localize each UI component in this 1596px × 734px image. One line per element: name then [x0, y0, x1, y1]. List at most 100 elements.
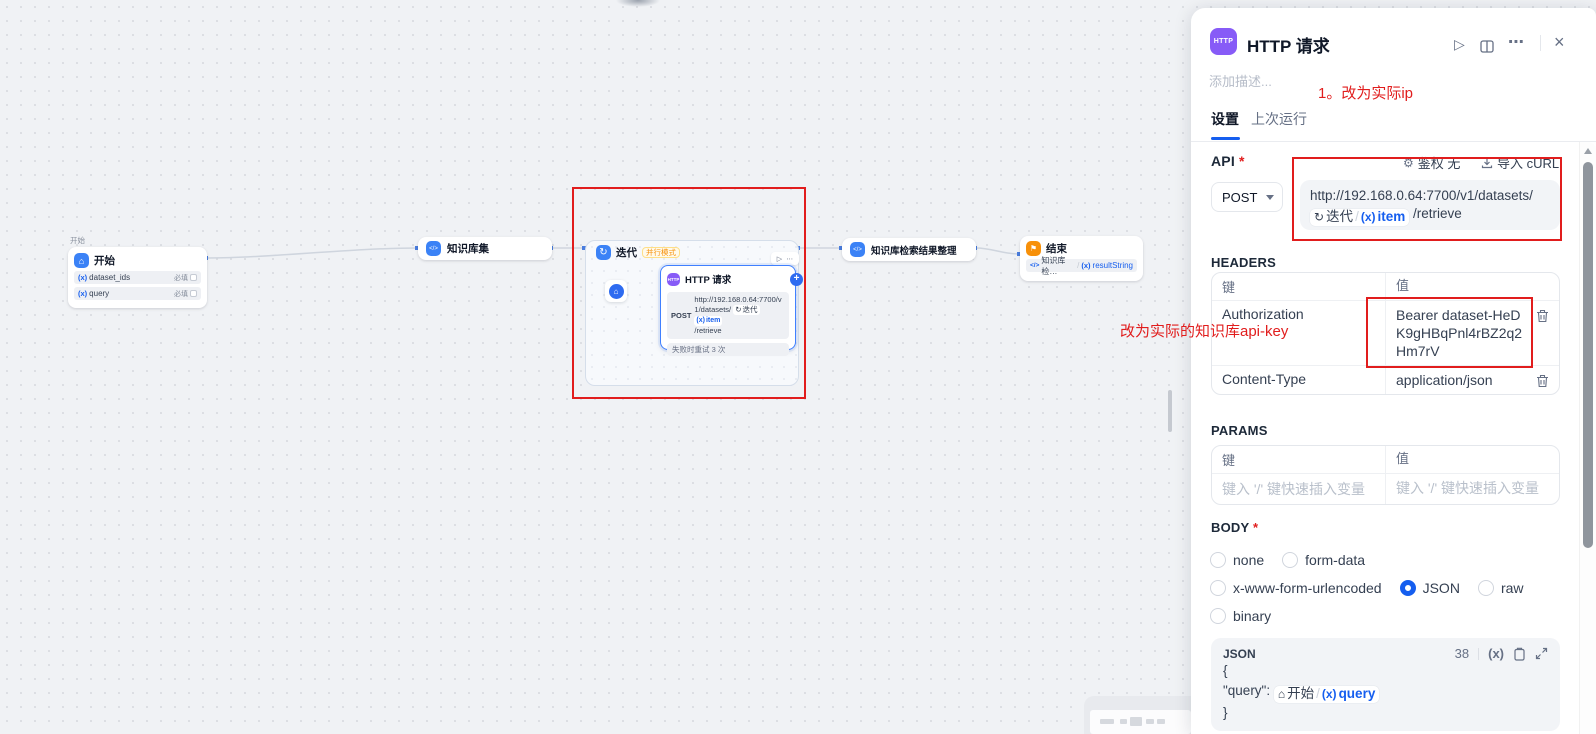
panel-divider [1191, 141, 1596, 142]
ref-var: resultString [1093, 261, 1133, 270]
body-type-form-data[interactable]: form-data [1282, 552, 1365, 568]
variable-icon: (x) [78, 273, 87, 282]
char-count: 38 [1455, 646, 1469, 661]
annotation-rect-url [1292, 157, 1562, 241]
code-icon: </> [426, 241, 441, 256]
radio-icon[interactable] [1210, 580, 1226, 596]
headers-section-label: HEADERS [1211, 255, 1276, 270]
active-tab-underline [1211, 137, 1240, 140]
tab-last-run[interactable]: 上次运行 [1251, 109, 1307, 129]
tab-settings[interactable]: 设置 [1211, 109, 1239, 129]
home-icon: ⌂ [74, 253, 89, 268]
field-name: query [89, 289, 109, 298]
code-icon: </> [850, 242, 865, 257]
start-node[interactable]: ⌂ 开始 (x) dataset_ids 必填 (x) query 必填 [68, 247, 207, 308]
panel-scrollbar[interactable] [1579, 142, 1596, 734]
end-node[interactable]: ⚑ 结束 </> 知识库检… / (x) resultString [1020, 236, 1143, 281]
method-value: POST [1222, 190, 1257, 205]
required-badge: 必填 [174, 289, 188, 299]
table-header-row: 键 值 [1212, 273, 1559, 300]
description-input[interactable]: 添加描述... [1209, 71, 1272, 90]
http-icon: HTTP [1210, 28, 1237, 55]
key-column-header: 键 [1212, 273, 1386, 300]
annotation-change-ip: 1。改为实际ip [1318, 82, 1413, 103]
http-node-config-panel: HTTP HTTP 请求 ▷ ⋯ × 添加描述... 设置 上次运行 API *… [1191, 8, 1596, 734]
body-type-raw[interactable]: raw [1478, 580, 1524, 596]
panel-title: HTTP 请求 [1247, 32, 1330, 57]
trash-icon[interactable] [1536, 309, 1549, 323]
body-type-json[interactable]: JSON [1400, 580, 1460, 596]
variable-icon[interactable]: (x) [1488, 646, 1504, 661]
organize-results-node[interactable]: </> 知识库检索结果整理 [842, 238, 976, 261]
ref-node: 知识库检… [1041, 255, 1075, 277]
header-key[interactable]: Content-Type [1212, 366, 1386, 394]
more-options-button[interactable]: ⋯ [1508, 32, 1524, 52]
run-node-button[interactable]: ▷ [1454, 36, 1465, 53]
radio-icon[interactable] [1478, 580, 1494, 596]
required-badge: 必填 [174, 273, 188, 283]
method-select[interactable]: POST [1211, 182, 1283, 212]
required-toggle-icon [190, 290, 197, 297]
body-section-label: BODY * [1211, 520, 1258, 535]
variable-icon: (x) [1322, 684, 1337, 704]
home-icon: ⌂ [1278, 684, 1285, 704]
body-type-none[interactable]: none [1210, 552, 1264, 568]
params-table: 键 值 键入 '/' 键快速插入变量 键入 '/' 键快速插入变量 [1211, 445, 1560, 505]
body-type-binary[interactable]: binary [1210, 608, 1271, 624]
variable-icon: (x) [78, 289, 87, 298]
param-input-row[interactable]: 键入 '/' 键快速插入变量 键入 '/' 键快速插入变量 [1212, 473, 1559, 504]
param-value-input[interactable]: 键入 '/' 键快速插入变量 [1386, 474, 1559, 504]
field-name: dataset_ids [89, 273, 130, 282]
knowledge-base-node[interactable]: </> 知识库集 [418, 237, 552, 260]
annotation-change-api-key: 改为实际的知识库api-key [1120, 320, 1288, 341]
radio-icon-selected[interactable] [1400, 580, 1416, 596]
json-line-open: { [1223, 661, 1548, 681]
json-editor-label: JSON [1223, 647, 1256, 661]
var-name: query [1339, 684, 1376, 704]
value-column-header: 值 [1386, 273, 1525, 300]
params-section-label: PARAMS [1211, 423, 1268, 438]
radio-icon[interactable] [1282, 552, 1298, 568]
start-field-dataset-ids[interactable]: (x) dataset_ids 必填 [74, 271, 201, 284]
divider [1478, 648, 1479, 660]
start-field-query[interactable]: (x) query 必填 [74, 287, 201, 300]
header-value[interactable]: application/json [1386, 366, 1525, 394]
expand-icon[interactable] [1535, 647, 1548, 660]
json-variable-badge[interactable]: ⌂开始/(x)query [1274, 686, 1379, 703]
required-toggle-icon [190, 274, 197, 281]
organize-node-title: 知识库检索结果整理 [871, 243, 957, 257]
canvas-minimap[interactable] [1084, 696, 1191, 734]
radio-icon[interactable] [1210, 552, 1226, 568]
workflow-editor: 开始 ⌂ 开始 (x) dataset_ids 必填 (x) query 必填 … [0, 0, 1596, 734]
knowledge-base-node-title: 知识库集 [447, 241, 489, 256]
code-icon: </> [1030, 262, 1039, 269]
end-node-output: </> 知识库检… / (x) resultString [1026, 259, 1137, 272]
minimap-viewport [1090, 710, 1191, 734]
json-line-close: } [1223, 703, 1548, 723]
header-row-content-type[interactable]: Content-Type application/json [1212, 365, 1559, 394]
copy-icon[interactable] [1513, 647, 1526, 661]
annotation-rect-api-key [1366, 297, 1533, 368]
canvas-scroll-handle[interactable] [1168, 390, 1172, 432]
chevron-down-icon [1266, 195, 1274, 200]
close-panel-button[interactable]: × [1554, 32, 1565, 53]
start-node-group-label: 开始 [70, 235, 85, 246]
variable-icon: (x) [1081, 261, 1090, 270]
trash-icon[interactable] [1536, 374, 1549, 388]
header-divider [1540, 35, 1541, 51]
split-view-icon[interactable] [1480, 37, 1494, 53]
var-node: 开始 [1287, 684, 1314, 704]
radio-icon[interactable] [1210, 608, 1226, 624]
api-section-label: API * [1211, 153, 1245, 169]
key-column-header: 键 [1212, 446, 1386, 473]
json-line-query: "query": ⌂开始/(x)query [1223, 681, 1548, 703]
value-column-header: 值 [1386, 446, 1559, 473]
json-body-editor[interactable]: JSON 38 (x) { "query": ⌂开始/(x)query } [1211, 638, 1560, 731]
table-header-row: 键 值 [1212, 446, 1559, 473]
flag-icon: ⚑ [1026, 241, 1041, 256]
body-type-x-www-form-urlencoded[interactable]: x-www-form-urlencoded [1210, 580, 1382, 596]
start-node-title: 开始 [94, 253, 115, 268]
param-key-input[interactable]: 键入 '/' 键快速插入变量 [1212, 474, 1386, 504]
scrollbar-thumb[interactable] [1583, 162, 1593, 548]
scrollbar-up-arrow[interactable] [1584, 148, 1592, 154]
